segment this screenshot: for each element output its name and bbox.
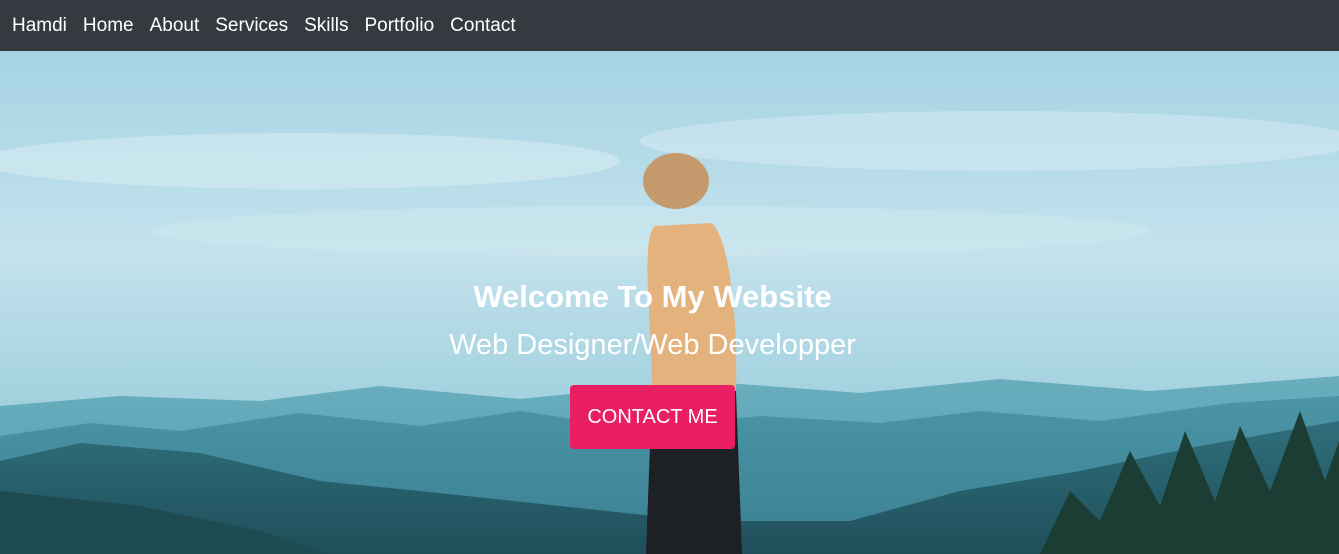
nav-item-portfolio[interactable]: Portfolio [364,15,434,37]
nav-item-skills[interactable]: Skills [304,15,348,37]
nav-brand[interactable]: Hamdi [12,15,67,37]
hero-content: Welcome To My Website Web Designer/Web D… [0,277,1305,449]
hero-section: Welcome To My Website Web Designer/Web D… [0,51,1339,554]
contact-me-button[interactable]: CONTACT ME [570,385,735,449]
nav-item-contact[interactable]: Contact [450,15,515,37]
hero-subtitle: Web Designer/Web Developper [449,329,856,361]
nav-item-about[interactable]: About [150,15,200,37]
nav-item-home[interactable]: Home [83,15,134,37]
nav-item-services[interactable]: Services [215,15,288,37]
hero-title: Welcome To My Website [473,279,832,314]
navbar: Hamdi Home About Services Skills Portfol… [0,0,1339,51]
